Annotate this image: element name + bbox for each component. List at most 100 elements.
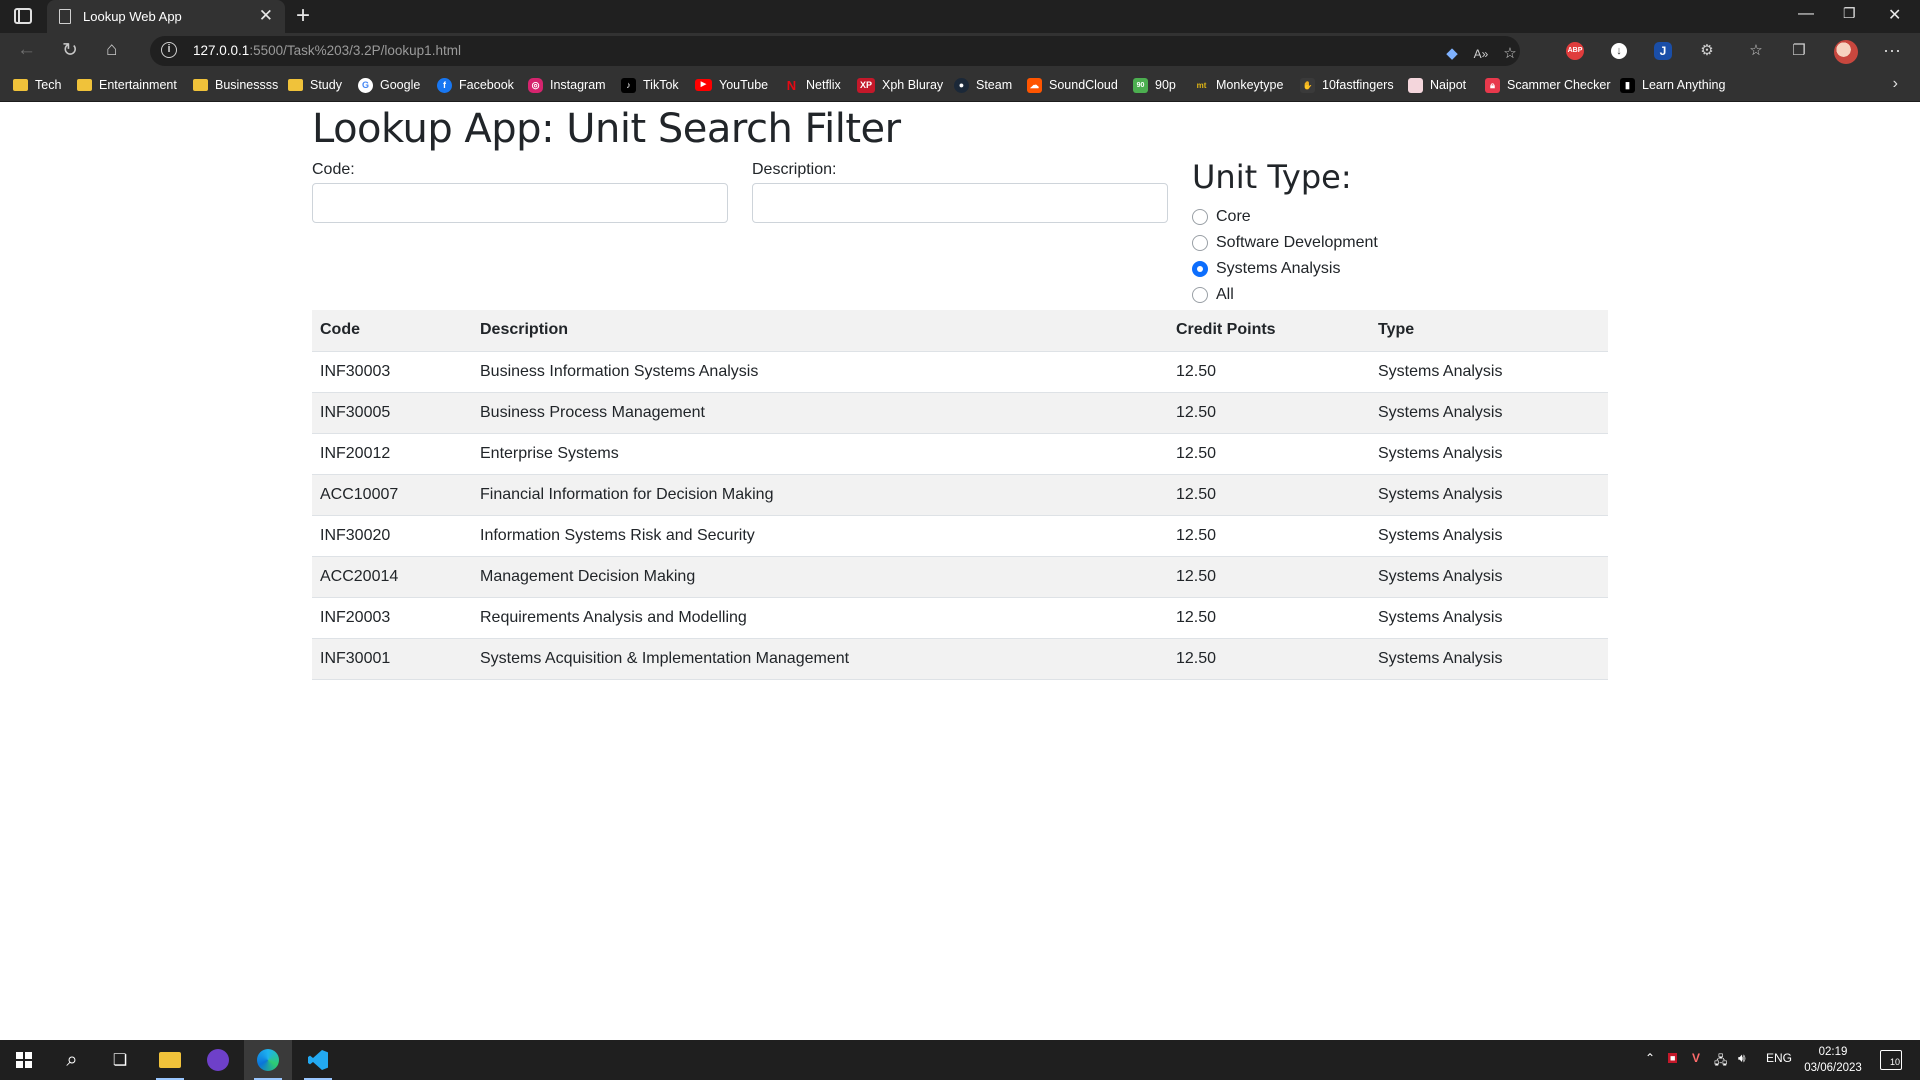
refresh-icon[interactable]: ↻: [62, 39, 78, 62]
url-host: 127.0.0.1: [193, 43, 250, 58]
read-aloud-icon[interactable]: A»: [1470, 43, 1492, 65]
bookmark-10fastfingers[interactable]: ✋ 10fastfingers: [1300, 75, 1394, 95]
collections-icon[interactable]: ❐: [1788, 40, 1810, 62]
90p-icon: 90: [1133, 77, 1148, 93]
minimize-icon[interactable]: —: [1798, 5, 1814, 23]
folder-icon: [13, 79, 28, 91]
profile-avatar[interactable]: [1834, 40, 1858, 64]
bookmark-study[interactable]: Study: [288, 75, 342, 95]
radio-button[interactable]: [1192, 287, 1208, 303]
bookmark-label: Tech: [35, 78, 62, 92]
page-content: Lookup App: Unit Search Filter Code: Des…: [0, 102, 1920, 1040]
bookmark-label: SoundCloud: [1049, 78, 1118, 92]
tag-icon[interactable]: ◆: [1441, 43, 1463, 65]
bookmark-monkeytype[interactable]: mt Monkeytype: [1194, 75, 1284, 95]
more-options-icon[interactable]: ⋯: [1881, 40, 1903, 62]
column-header-type: Type: [1370, 310, 1608, 352]
folder-icon: [288, 79, 303, 91]
tray-app-icon[interactable]: ■: [1668, 1053, 1678, 1063]
table-row: INF30020 Information Systems Risk and Se…: [312, 515, 1608, 557]
code-label: Code:: [312, 161, 355, 178]
bookmark-label: Entertainment: [99, 78, 177, 92]
close-tab-icon[interactable]: ✕: [259, 6, 273, 26]
volume-icon[interactable]: 🔊︎: [1738, 1051, 1746, 1066]
bookmark-learn-anything[interactable]: ▮ Learn Anything: [1620, 75, 1725, 95]
bookmark-youtube[interactable]: ▶ YouTube: [695, 75, 768, 95]
bookmark-label: Instagram: [550, 78, 606, 92]
bookmark-businessss[interactable]: Businessss: [193, 75, 278, 95]
show-hidden-icons-icon[interactable]: ⌃: [1645, 1051, 1655, 1065]
cell-type: Systems Analysis: [1370, 433, 1608, 475]
bookmark-label: Scammer Checker: [1507, 78, 1611, 92]
code-input[interactable]: [312, 183, 728, 223]
extensions-icon[interactable]: ⚙: [1696, 40, 1718, 62]
bookmark-entertainment[interactable]: Entertainment: [77, 75, 177, 95]
bookmark-scammer-checker[interactable]: 🔒︎ Scammer Checker: [1485, 75, 1611, 95]
vscode-button[interactable]: [294, 1040, 342, 1080]
radio-button[interactable]: [1192, 235, 1208, 251]
restore-icon[interactable]: ❐: [1843, 5, 1856, 22]
url-text[interactable]: 127.0.0.1:5500/Task%203/3.2P/lookup1.htm…: [193, 43, 461, 58]
cell-code: ACC10007: [312, 474, 472, 516]
bookmark-google[interactable]: G Google: [358, 75, 420, 95]
bookmark-xph-bluray[interactable]: XP Xph Bluray: [857, 75, 943, 95]
radio-systems-analysis[interactable]: Systems Analysis: [1192, 260, 1340, 278]
radio-software-development[interactable]: Software Development: [1192, 234, 1378, 252]
radio-label: Software Development: [1216, 234, 1378, 251]
file-explorer-button[interactable]: [146, 1040, 194, 1080]
cell-description: Financial Information for Decision Makin…: [472, 474, 1168, 516]
radio-core[interactable]: Core: [1192, 208, 1251, 226]
extension-dot-icon[interactable]: ↓: [1611, 43, 1627, 59]
close-window-icon[interactable]: ✕: [1888, 5, 1901, 25]
tab-lookup-web-app[interactable]: Lookup Web App ✕: [47, 0, 285, 33]
tab-actions-icon[interactable]: [14, 8, 32, 24]
favorites-icon[interactable]: ☆: [1745, 40, 1767, 62]
radio-button-selected[interactable]: [1192, 261, 1208, 277]
chevron-right-icon[interactable]: ›: [1893, 75, 1898, 93]
facebook-icon: f: [437, 77, 452, 93]
clock[interactable]: 02:19 03/06/2023: [1798, 1044, 1868, 1076]
radio-all[interactable]: All: [1192, 286, 1234, 304]
table-row: INF20012 Enterprise Systems 12.50 System…: [312, 433, 1608, 475]
network-icon[interactable]: 🖧︎: [1714, 1051, 1727, 1072]
edge-browser-button[interactable]: [244, 1040, 292, 1080]
task-view-icon[interactable]: ❏: [96, 1040, 144, 1080]
bookmark-label: Steam: [976, 78, 1013, 92]
bookmark-instagram[interactable]: ◎ Instagram: [528, 75, 606, 95]
folder-icon: [77, 79, 92, 91]
bookmark-90p[interactable]: 90 90p: [1133, 75, 1176, 95]
start-button[interactable]: [0, 1040, 48, 1080]
radio-button[interactable]: [1192, 209, 1208, 225]
bookmark-tech[interactable]: Tech: [13, 75, 61, 95]
bookmark-soundcloud[interactable]: ☁ SoundCloud: [1027, 75, 1118, 95]
bookmark-naipot[interactable]: Naipot: [1408, 75, 1466, 95]
cell-code: INF20003: [312, 597, 472, 639]
home-icon[interactable]: ⌂: [106, 39, 117, 61]
antivirus-icon[interactable]: V: [1692, 1051, 1700, 1065]
bookmark-label: Monkeytype: [1216, 78, 1284, 92]
language-indicator[interactable]: ENG: [1766, 1051, 1792, 1065]
github-desktop-button[interactable]: [194, 1040, 242, 1080]
description-input[interactable]: [752, 183, 1168, 223]
cell-credit-points: 12.50: [1168, 515, 1370, 557]
bookmark-steam[interactable]: ● Steam: [954, 75, 1012, 95]
clock-date: 03/06/2023: [1804, 1062, 1862, 1074]
instagram-icon: ◎: [528, 77, 543, 93]
bookmark-netflix[interactable]: N Netflix: [784, 75, 841, 95]
search-icon[interactable]: ⌕: [48, 1040, 96, 1080]
bookmark-facebook[interactable]: f Facebook: [437, 75, 514, 95]
site-info-icon[interactable]: i: [161, 42, 177, 58]
back-icon[interactable]: ←: [17, 39, 36, 61]
table-row: INF30005 Business Process Management 12.…: [312, 392, 1608, 434]
address-bar[interactable]: i 127.0.0.1:5500/Task%203/3.2P/lookup1.h…: [150, 36, 1520, 66]
bookmark-label: Facebook: [459, 78, 514, 92]
learn-anything-icon: ▮: [1620, 77, 1635, 93]
extension-j-icon[interactable]: J: [1654, 42, 1672, 60]
bookmark-tiktok[interactable]: ♪ TikTok: [621, 75, 679, 95]
adblock-plus-icon[interactable]: ABP: [1566, 42, 1584, 60]
add-favorite-icon[interactable]: ☆: [1499, 43, 1521, 65]
notifications-icon[interactable]: 10: [1880, 1050, 1902, 1070]
new-tab-icon[interactable]: +: [296, 2, 310, 30]
cell-code: INF30003: [312, 351, 472, 393]
browser-tab-bar: Lookup Web App ✕ + — ❐ ✕: [0, 0, 1920, 33]
